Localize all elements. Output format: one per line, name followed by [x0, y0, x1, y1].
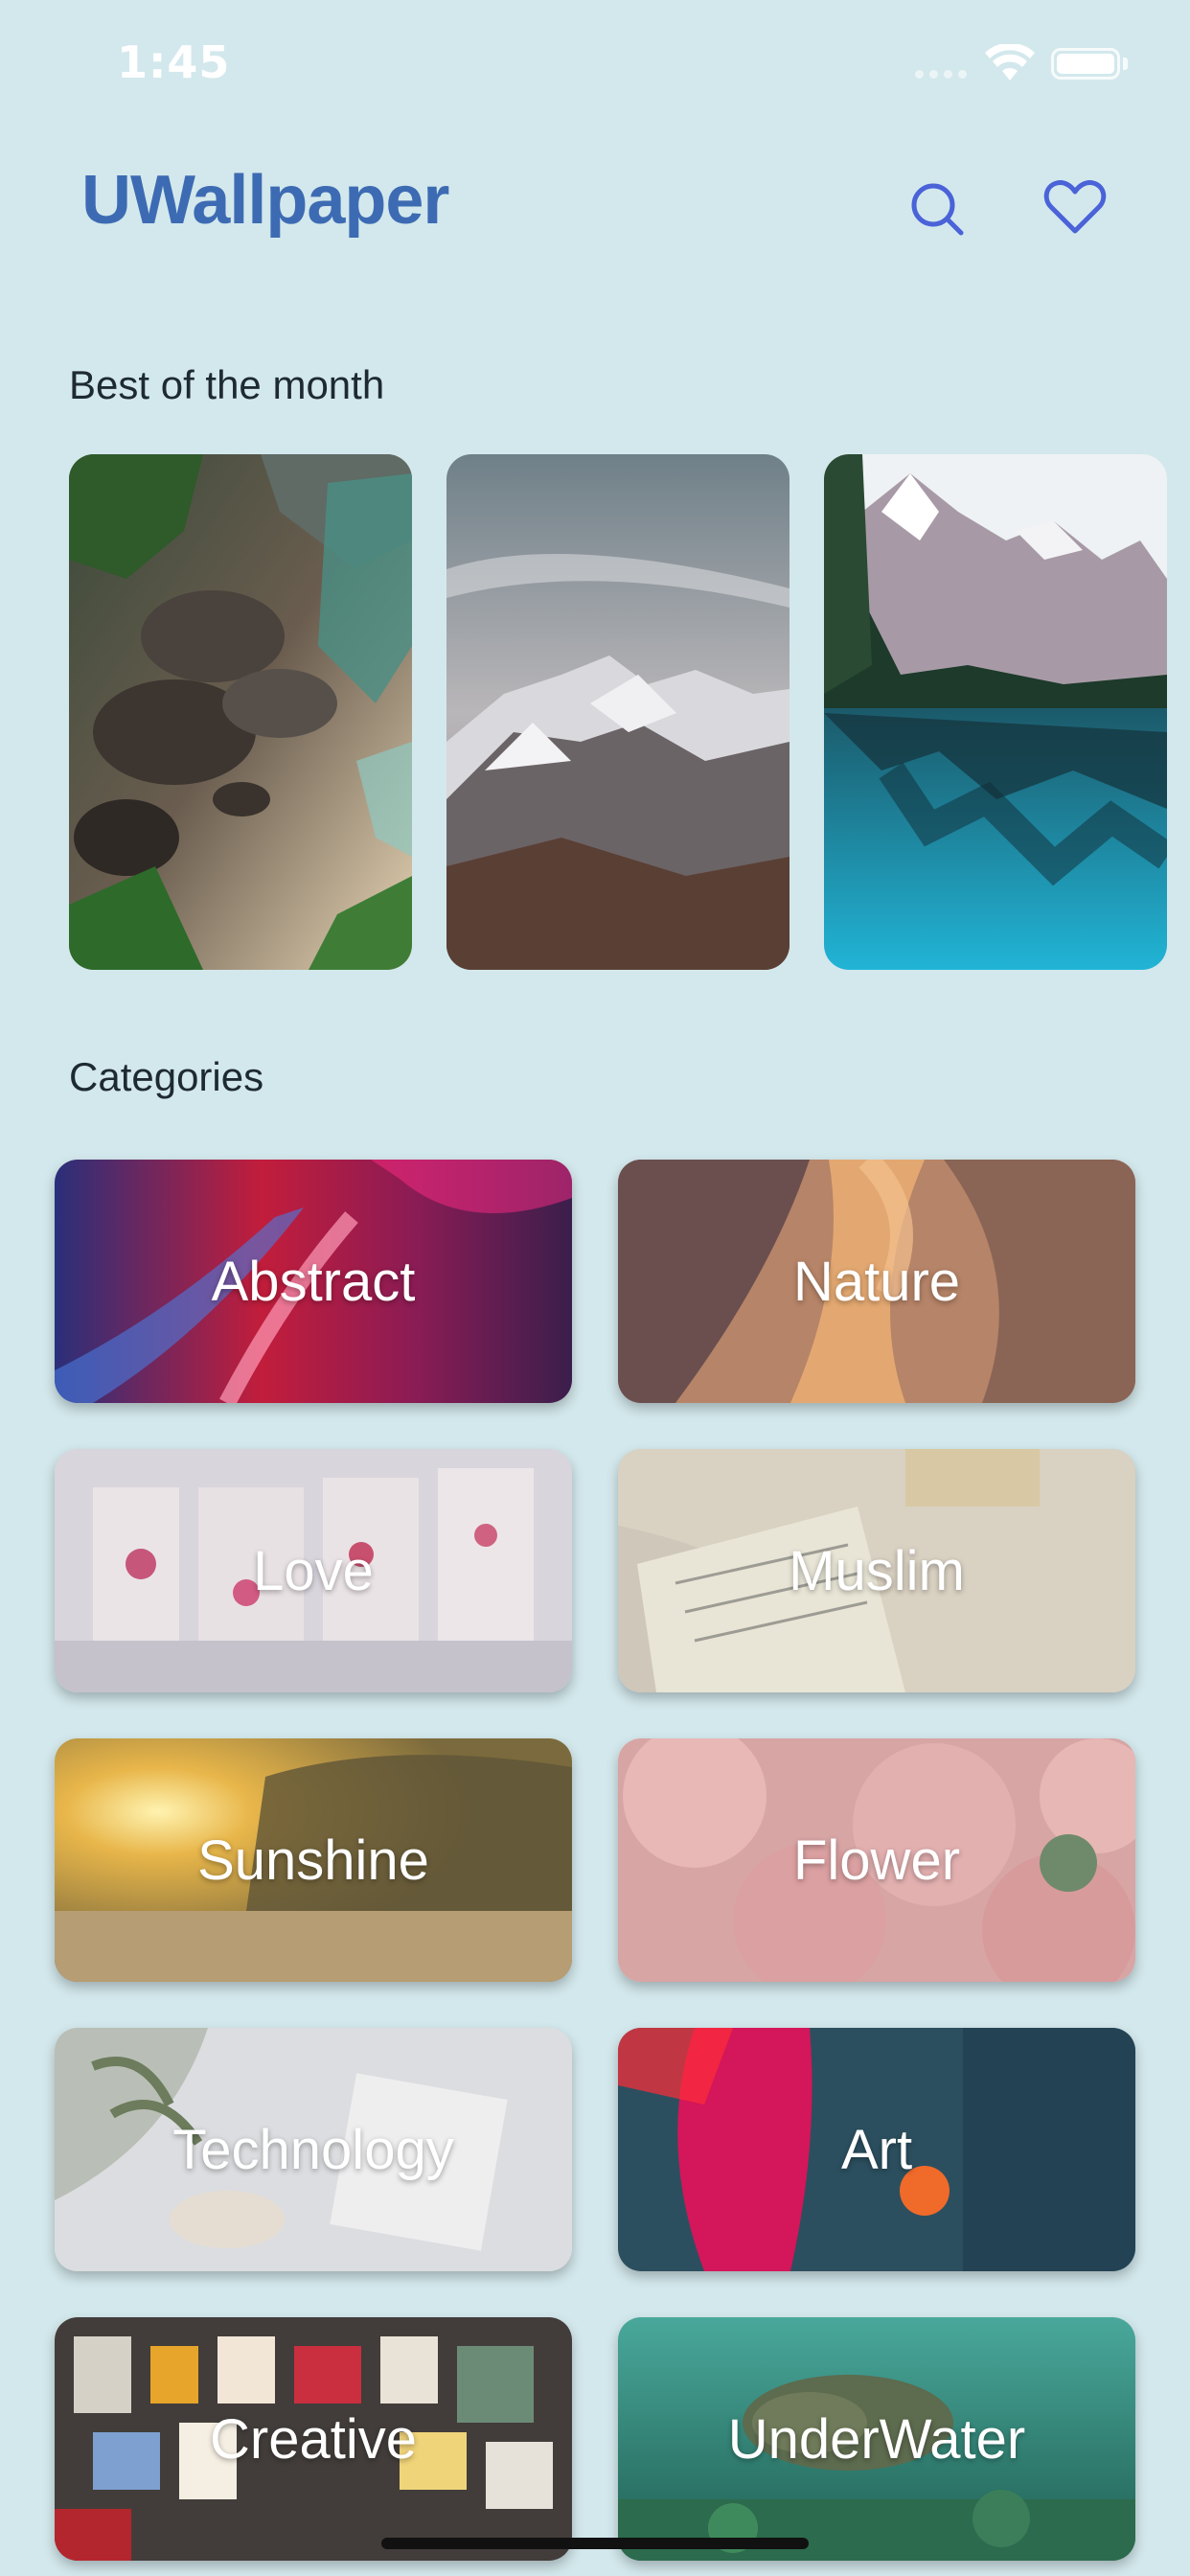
cellular-signal-icon	[915, 70, 967, 79]
category-underwater[interactable]: UnderWater	[618, 2317, 1135, 2561]
category-label: Muslim	[789, 1539, 965, 1602]
category-label: Technology	[172, 2118, 454, 2181]
category-label: Art	[840, 2118, 913, 2181]
best-wallpaper-alpine-lake[interactable]	[824, 454, 1167, 970]
wifi-icon	[985, 44, 1035, 80]
category-label: Sunshine	[197, 1828, 429, 1892]
category-label: Flower	[792, 1828, 961, 1892]
status-time: 1:45	[117, 36, 231, 88]
coastal-rocks-image	[69, 454, 412, 970]
status-bar: 1:45	[0, 0, 1190, 134]
home-indicator	[381, 2538, 809, 2549]
search-button[interactable]	[901, 172, 973, 245]
best-wallpaper-coastal-rocks[interactable]	[69, 454, 412, 970]
best-wallpaper-snowy-mountain[interactable]	[446, 454, 790, 970]
category-technology[interactable]: Technology	[55, 2028, 572, 2271]
heart-icon	[1043, 180, 1107, 234]
category-abstract[interactable]: Abstract	[55, 1160, 572, 1403]
category-creative[interactable]: Creative	[55, 2317, 572, 2561]
category-muslim[interactable]: Muslim	[618, 1449, 1135, 1692]
app-title: UWallpaper	[81, 162, 449, 239]
category-label: Creative	[210, 2407, 417, 2471]
alpine-lake-image	[824, 454, 1167, 970]
battery-icon	[1051, 48, 1120, 80]
category-art[interactable]: Art	[618, 2028, 1135, 2271]
best-of-month-carousel[interactable]	[69, 454, 1190, 970]
category-nature[interactable]: Nature	[618, 1160, 1135, 1403]
categories-title: Categories	[69, 1054, 264, 1099]
category-label: Love	[253, 1539, 374, 1602]
category-sunshine[interactable]: Sunshine	[55, 1738, 572, 1982]
category-label: UnderWater	[727, 2407, 1026, 2471]
category-label: Abstract	[211, 1250, 416, 1313]
best-of-month-title: Best of the month	[69, 362, 385, 407]
snowy-mountain-image	[446, 454, 790, 970]
category-love[interactable]: Love	[55, 1449, 572, 1692]
category-flower[interactable]: Flower	[618, 1738, 1135, 1982]
favorites-button[interactable]	[1039, 171, 1111, 243]
search-icon	[911, 183, 964, 236]
category-label: Nature	[792, 1250, 961, 1313]
battery-tip	[1123, 58, 1128, 70]
